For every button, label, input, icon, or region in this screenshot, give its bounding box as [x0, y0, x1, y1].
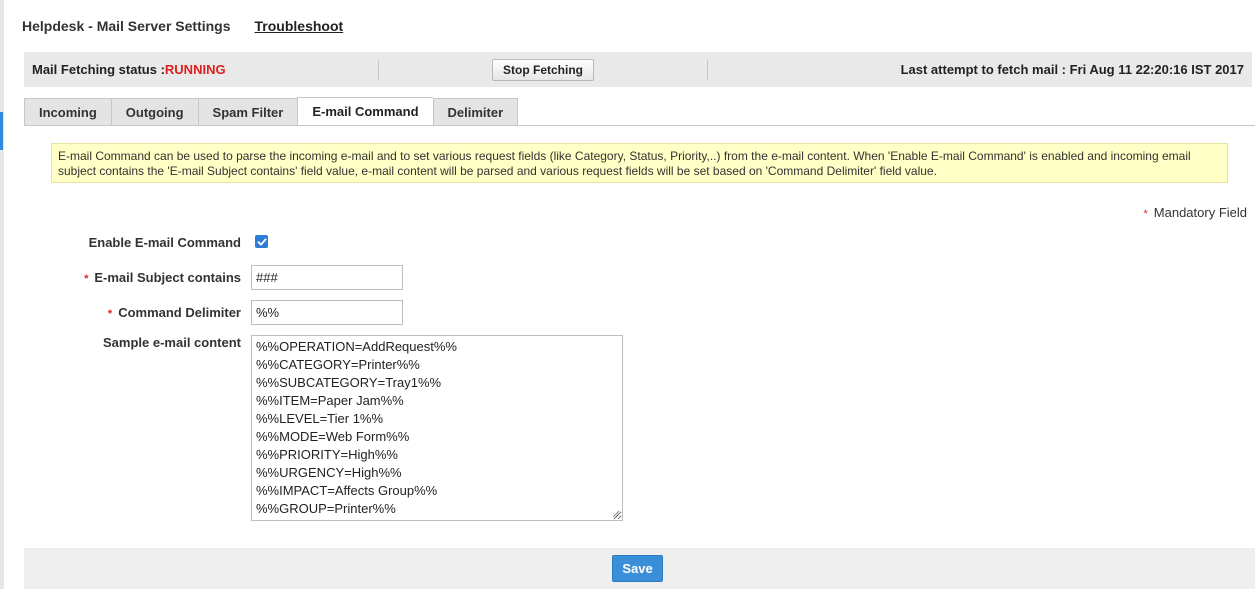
fetch-status-bar: Mail Fetching status :RUNNING Stop Fetch… — [24, 52, 1252, 87]
page-header: Helpdesk - Mail Server Settings Troubles… — [22, 16, 343, 36]
command-delimiter-label: Command Delimiter — [118, 305, 241, 320]
fetch-status-value: RUNNING — [164, 62, 226, 77]
email-subject-input[interactable] — [251, 265, 403, 290]
enable-email-command-label: Enable E-mail Command — [88, 235, 241, 250]
troubleshoot-link[interactable]: Troubleshoot — [255, 18, 344, 34]
fetch-status-label: Mail Fetching status : — [32, 62, 165, 77]
sample-line: %%PRIORITY=High%% — [256, 447, 398, 462]
command-delimiter-input[interactable] — [251, 300, 403, 325]
page-title: Helpdesk - Mail Server Settings — [22, 18, 231, 34]
info-message: E-mail Command can be used to parse the … — [51, 143, 1228, 183]
mandatory-field-note: * Mandatory Field — [1144, 205, 1248, 220]
stop-fetching-container: Stop Fetching — [379, 58, 707, 81]
fetch-status: Mail Fetching status :RUNNING — [24, 62, 378, 77]
sample-line: %%CATEGORY=Printer%% — [256, 357, 420, 372]
sample-line: %%MODE=Web Form%% — [256, 429, 410, 444]
save-button[interactable]: Save — [612, 555, 663, 582]
email-subject-label-row: * E-mail Subject contains — [0, 270, 241, 285]
required-star: * — [107, 308, 113, 320]
tab-incoming[interactable]: Incoming — [24, 98, 111, 126]
enable-email-command-checkbox[interactable] — [255, 235, 268, 248]
left-accent-marker — [0, 112, 3, 150]
tab-outgoing[interactable]: Outgoing — [110, 98, 198, 126]
sample-line: %%SUBCATEGORY=Tray1%% — [256, 375, 442, 390]
sample-line: %%IMPACT=Affects Group%% — [256, 483, 438, 498]
email-subject-label: E-mail Subject contains — [94, 270, 241, 285]
settings-tabs: Incoming Outgoing Spam Filter E-mail Com… — [24, 97, 519, 126]
tab-spam-filter[interactable]: Spam Filter — [197, 98, 298, 126]
sample-line: %%OPERATION=AddRequest%% — [256, 339, 457, 354]
required-star: * — [84, 273, 89, 285]
sample-email-content-label: Sample e-mail content — [103, 335, 241, 350]
sample-line: %%LEVEL=Tier 1%% — [256, 411, 384, 426]
required-star: * — [1143, 208, 1148, 220]
tab-delimiter[interactable]: Delimiter — [432, 98, 519, 126]
left-edge-strip — [0, 0, 4, 589]
mandatory-field-label: Mandatory Field — [1153, 205, 1247, 220]
command-delimiter-label-row: * Command Delimiter — [0, 305, 241, 320]
resize-grip-icon[interactable] — [612, 510, 620, 518]
last-attempt-text: Last attempt to fetch mail : Fri Aug 11 … — [900, 62, 1244, 77]
tab-email-command[interactable]: E-mail Command — [297, 97, 433, 126]
sample-email-content-textarea[interactable]: %%OPERATION=AddRequest%% %%CATEGORY=Prin… — [251, 335, 623, 521]
checkmark-icon — [257, 238, 266, 245]
sample-line: %%URGENCY=High%% — [256, 465, 402, 480]
tab-underline — [24, 125, 1255, 126]
sample-line: %%ITEM=Paper Jam%% — [256, 393, 404, 408]
stop-fetching-button[interactable]: Stop Fetching — [492, 58, 594, 81]
sample-line: %%GROUP=Printer%% — [256, 501, 396, 516]
